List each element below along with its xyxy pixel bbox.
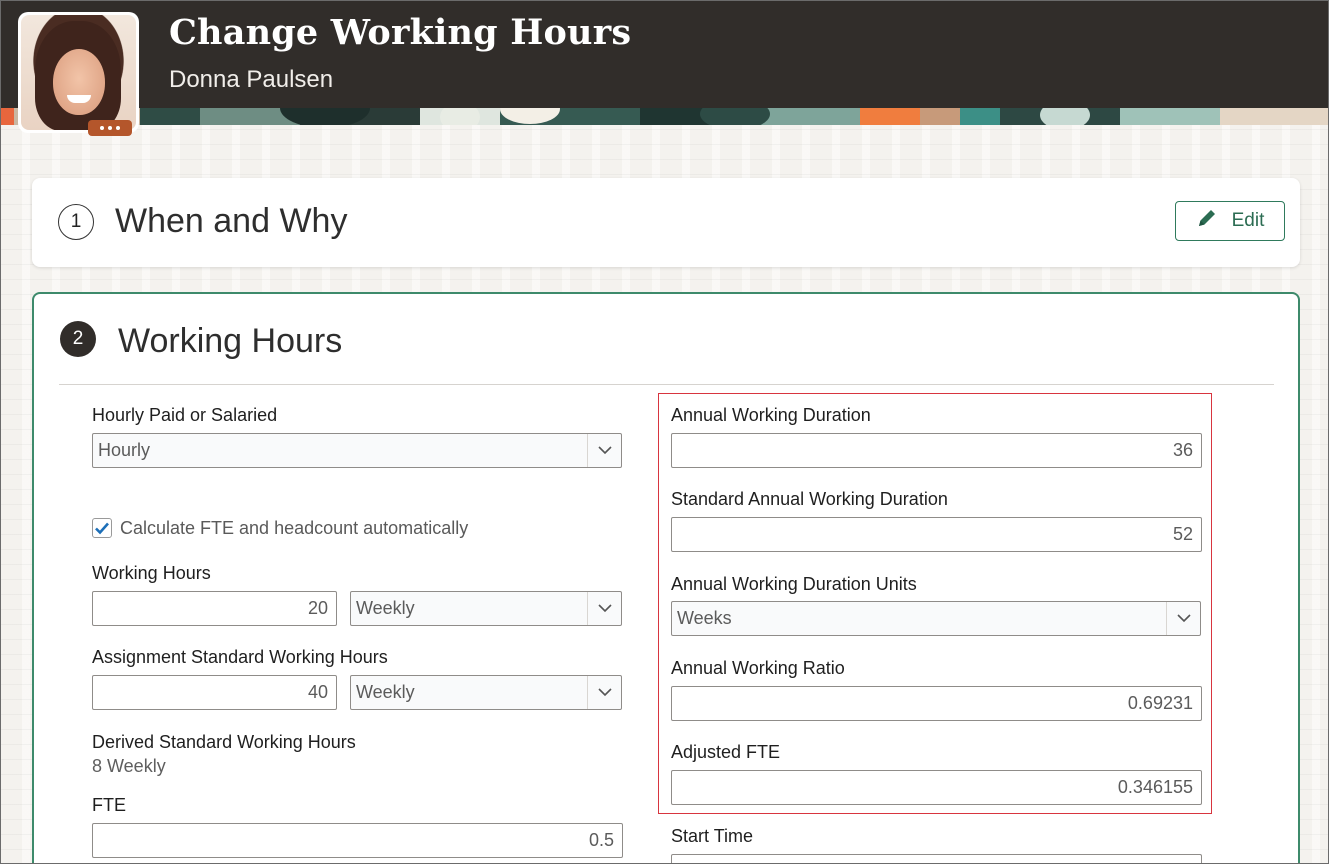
pencil-icon [1196,207,1218,235]
section-divider [59,384,1274,385]
person-photo [21,15,136,130]
annual-working-duration-input[interactable]: 36 [671,433,1202,468]
start-time-input[interactable] [671,854,1202,864]
hourly-paid-select[interactable]: Hourly [92,433,622,468]
working-hours-frequency-value: Weekly [356,598,415,618]
assignment-standard-frequency-select[interactable]: Weekly [350,675,622,710]
calculate-fte-label: Calculate FTE and headcount automaticall… [120,518,469,538]
annual-working-duration-value: 36 [1172,440,1193,460]
annual-working-duration-units-select[interactable]: Weeks [671,601,1201,636]
checkmark-icon [95,522,109,535]
fte-value: 0.5 [588,830,614,850]
derived-standard-value: 8 Weekly [92,756,166,776]
page-header: Change Working Hours Donna Paulsen [0,0,1329,110]
annual-working-ratio-input[interactable]: 0.69231 [671,686,1202,721]
annual-working-ratio-value: 0.69231 [1127,693,1193,713]
step-number-2: 2 [60,321,96,357]
calculate-fte-checkbox[interactable] [92,518,112,538]
adjusted-fte-input[interactable]: 0.346155 [671,770,1202,805]
fte-input[interactable]: 0.5 [92,823,623,858]
derived-standard-label: Derived Standard Working Hours [92,732,356,752]
chevron-down-icon[interactable] [587,592,621,625]
hourly-paid-value: Hourly [98,440,151,460]
page-title: Change Working Hours [169,12,632,53]
working-hours-value: 20 [307,598,328,618]
chevron-down-icon[interactable] [587,434,621,467]
chevron-down-icon[interactable] [587,676,621,709]
edit-label: Edit [1231,210,1265,231]
chevron-down-icon[interactable] [1166,602,1200,635]
edit-button[interactable]: Edit [1175,201,1285,241]
working-hours-label: Working Hours [92,563,211,583]
when-and-why-section: 1 When and Why Edit [32,178,1300,267]
assignment-standard-label: Assignment Standard Working Hours [92,647,388,667]
adjusted-fte-value: 0.346155 [1117,777,1193,797]
hourly-paid-label: Hourly Paid or Salaried [92,405,278,425]
standard-annual-working-duration-input[interactable]: 52 [671,517,1202,552]
adjusted-fte-label: Adjusted FTE [671,742,781,762]
annual-working-ratio-label: Annual Working Ratio [671,658,845,678]
assignment-standard-frequency-value: Weekly [356,682,415,702]
working-hours-frequency-select[interactable]: Weekly [350,591,622,626]
working-hours-input[interactable]: 20 [92,591,337,626]
section-title-when-why: When and Why [115,202,348,240]
section-title-working-hours: Working Hours [118,322,343,360]
step-number-1: 1 [58,204,94,240]
start-time-label: Start Time [671,826,754,846]
avatar[interactable] [18,12,139,136]
fte-label: FTE [92,795,126,815]
more-options-icon[interactable] [88,120,132,136]
person-name: Donna Paulsen [169,66,334,93]
standard-annual-working-duration-value: 52 [1172,524,1193,544]
annual-working-duration-units-value: Weeks [677,608,732,628]
assignment-standard-input[interactable]: 40 [92,675,337,710]
assignment-standard-value: 40 [307,682,328,702]
annual-working-duration-units-label: Annual Working Duration Units [671,574,917,594]
annual-working-duration-label: Annual Working Duration [671,405,871,425]
standard-annual-working-duration-label: Standard Annual Working Duration [671,489,948,509]
decorative-banner [0,108,1329,125]
